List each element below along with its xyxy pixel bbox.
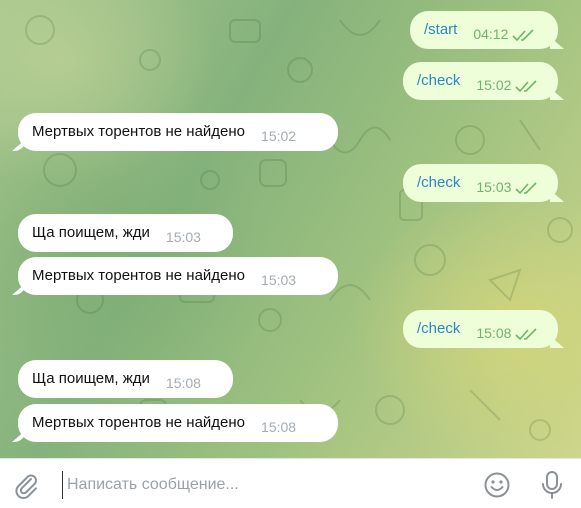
message-time: 15:08 (476, 325, 512, 341)
message-text: Мертвых торентов не найдено (32, 123, 246, 140)
message-time: 15:08 (261, 419, 297, 435)
incoming-message[interactable]: Мертвых торентов не найдено 15:03 (18, 257, 338, 295)
message-text: Ща поищем, жди (32, 224, 150, 241)
message-time: 15:03 (476, 179, 512, 195)
command-link[interactable]: /check (417, 164, 460, 202)
message-text: Ща поищем, жди (32, 370, 150, 387)
command-link[interactable]: /check (417, 62, 460, 100)
paperclip-icon[interactable] (12, 471, 40, 499)
double-check-icon (515, 328, 537, 341)
message-text: Мертвых торентов не найдено (32, 414, 246, 431)
smile-icon[interactable] (482, 470, 512, 500)
message-time: 15:02 (261, 128, 297, 144)
command-link[interactable]: /start (424, 11, 457, 49)
message-time: 15:02 (476, 77, 512, 93)
message-time: 15:03 (165, 229, 201, 245)
incoming-message[interactable]: Ща поищем, жди 15:03 (18, 214, 233, 252)
outgoing-message[interactable]: /check 15:03 (403, 164, 558, 202)
message-time: 15:08 (165, 375, 201, 391)
chat-area: /start 04:12 /check 15:02 Мертвых торент… (0, 0, 581, 458)
outgoing-message[interactable]: /start 04:12 (410, 11, 558, 49)
message-time: 04:12 (473, 26, 509, 42)
incoming-message[interactable]: Ща поищем, жди 15:08 (18, 360, 233, 398)
message-time: 15:03 (261, 272, 297, 288)
message-input[interactable] (62, 471, 469, 499)
incoming-message[interactable]: Мертвых торентов не найдено 15:02 (18, 113, 338, 151)
incoming-message[interactable]: Мертвых торентов не найдено 15:08 (18, 404, 338, 442)
double-check-icon (515, 182, 537, 195)
double-check-icon (512, 29, 534, 42)
microphone-icon[interactable] (538, 469, 566, 501)
outgoing-message[interactable]: /check 15:08 (403, 310, 558, 348)
command-link[interactable]: /check (417, 310, 460, 348)
outgoing-message[interactable]: /check 15:02 (403, 62, 558, 100)
double-check-icon (515, 80, 537, 93)
message-text: Мертвых торентов не найдено (32, 267, 246, 284)
message-composer (0, 458, 581, 508)
